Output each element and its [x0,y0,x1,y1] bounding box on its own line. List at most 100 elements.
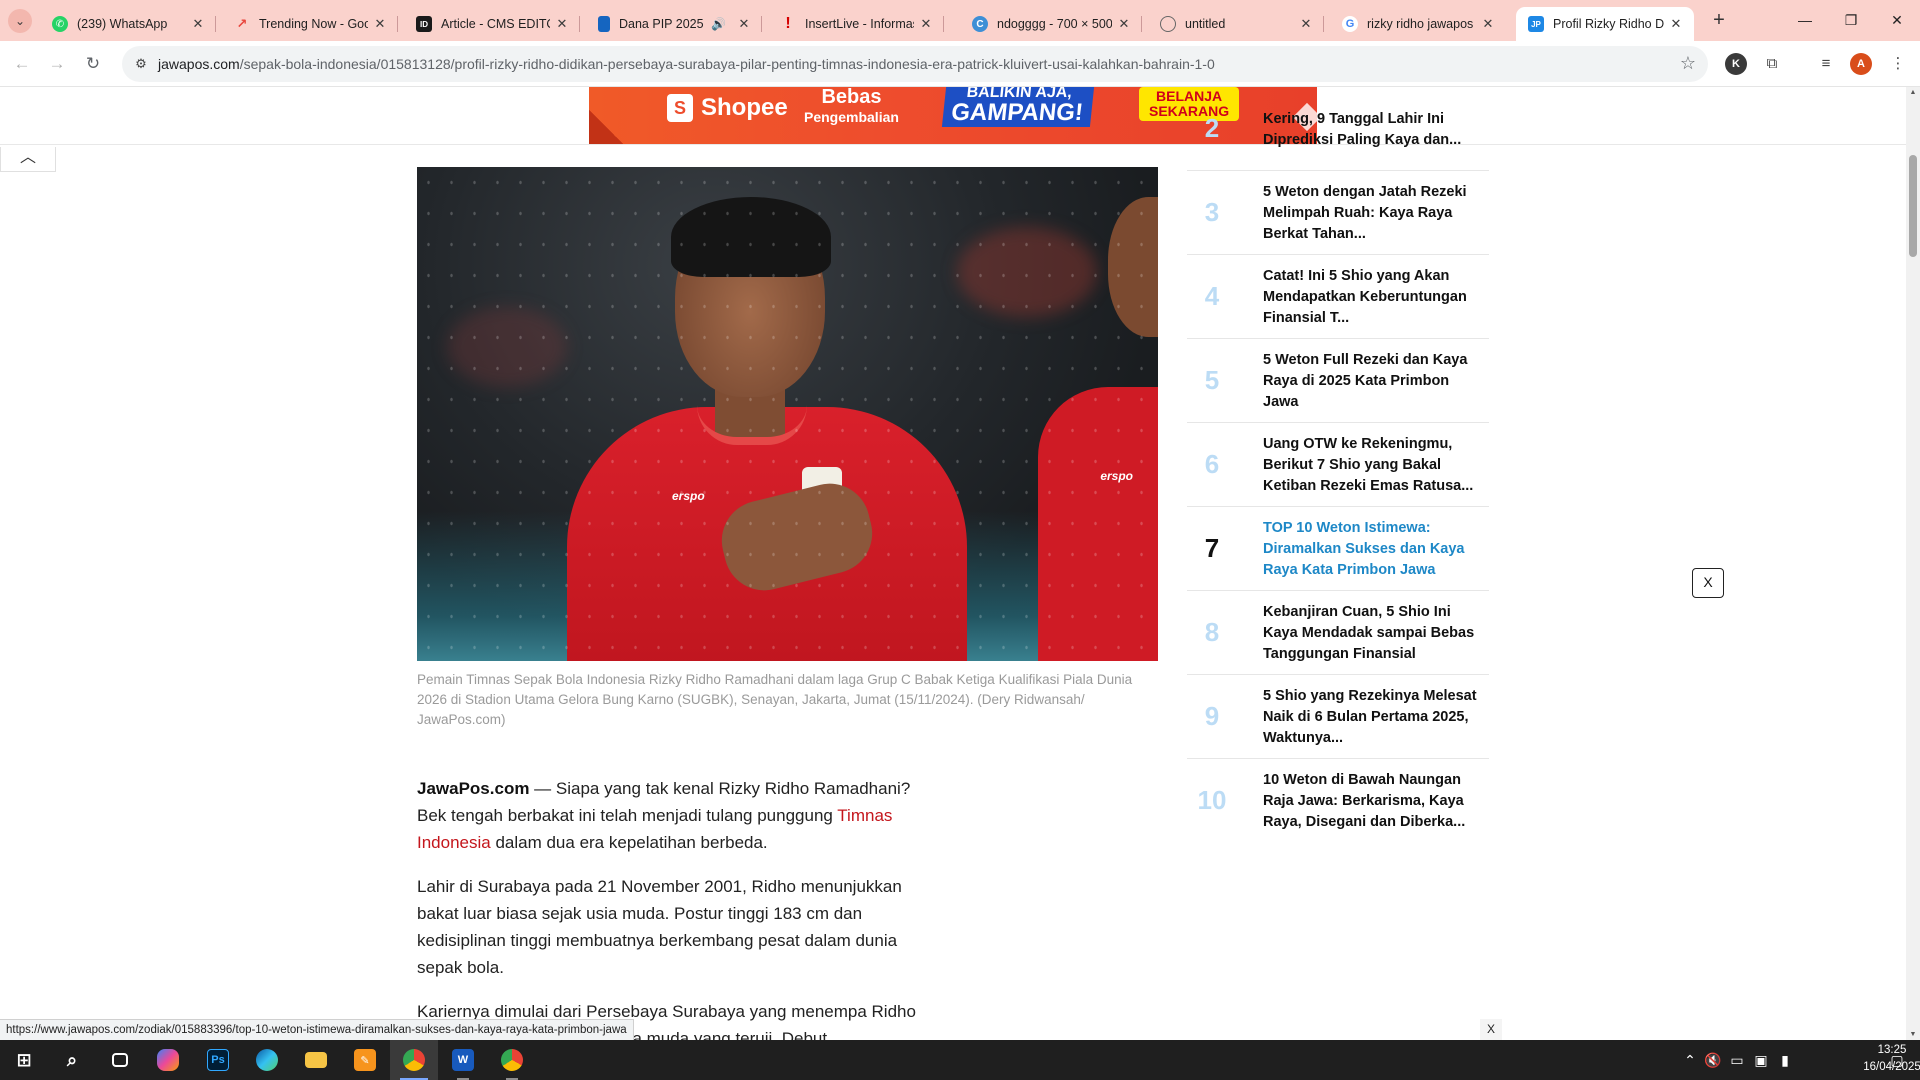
edge-app[interactable] [243,1040,291,1080]
photoshop-app[interactable]: Ps [194,1040,242,1080]
scroll-up-icon[interactable]: ▲ [1908,89,1918,96]
chevron-down-icon: ⌄ [14,14,26,28]
display-icon[interactable]: ▣ [1750,1040,1772,1080]
forward-button[interactable]: → [43,50,71,78]
google-icon: G [1342,16,1358,32]
back-button[interactable]: ← [8,50,36,78]
popular-title[interactable]: Kebanjiran Cuan, 5 Shio Ini Kaya Mendada… [1263,602,1481,665]
popular-item-8[interactable]: 8 Kebanjiran Cuan, 5 Shio Ini Kaya Menda… [1187,591,1489,675]
popular-title[interactable]: 5 Weton Full Rezeki dan Kaya Raya di 202… [1263,350,1481,413]
minimize-button[interactable]: — [1782,0,1828,41]
popular-item-5[interactable]: 5 5 Weton Full Rezeki dan Kaya Raya di 2… [1187,339,1489,423]
popular-rank: 8 [1204,617,1220,647]
edge-icon [256,1049,278,1071]
cms-icon: ID [416,16,432,32]
tab-title: Article - CMS EDITOR [441,17,550,31]
file-explorer-app[interactable] [292,1040,340,1080]
restore-button[interactable]: ❐ [1828,0,1874,41]
popular-title[interactable]: Uang OTW ke Rekeningmu, Berikut 7 Shio y… [1263,434,1481,497]
tab-search-button[interactable]: ⌄ [8,9,32,33]
ad-slogan-2: GAMPANG! [950,99,1085,126]
tab-trending[interactable]: ↗ Trending Now - Goog ✕ [222,7,398,41]
popular-item-2[interactable]: 2 Kering, 9 Tanggal Lahir Ini Diprediksi… [1187,87,1489,171]
close-icon[interactable]: ✕ [1298,16,1314,32]
tab-title: Trending Now - Goog [259,17,368,31]
close-floating-ad-button[interactable]: X [1692,568,1724,598]
tab-title: ndogggg - 700 × 500 [997,17,1112,31]
app-icon: ✎ [354,1049,376,1071]
bookmark-star-icon[interactable]: ☆ [1680,53,1696,74]
speaker-icon[interactable]: 🔊 [711,17,726,31]
scroll-down-icon[interactable]: ▼ [1908,1031,1918,1038]
doc-icon [598,16,610,32]
tab-whatsapp[interactable]: ✆ (239) WhatsApp ✕ [40,7,216,41]
tab-insertlive[interactable]: ! InsertLive - Informasi ✕ [768,7,944,41]
tab-cms-editor[interactable]: ID Article - CMS EDITOR ✕ [404,7,580,41]
scrollbar-thumb[interactable] [1909,155,1917,257]
start-button[interactable]: ⊞ [0,1040,48,1080]
popular-item-7[interactable]: 7 TOP 10 Weton Istimewa: Diramalkan Suks… [1187,507,1489,591]
close-icon[interactable]: ✕ [190,16,206,32]
arrow-right-icon: → [48,54,66,73]
extension-k-icon[interactable]: K [1725,53,1747,75]
notifications-button[interactable]: ▢ [1874,1040,1920,1080]
popular-item-10[interactable]: 10 10 Weton di Bawah Naungan Raja Jawa: … [1187,759,1489,843]
close-icon[interactable]: ✕ [372,16,388,32]
close-icon[interactable]: ✕ [1668,16,1684,32]
popular-rank: 2 [1204,113,1220,143]
close-icon[interactable]: ✕ [554,16,570,32]
media-control-icon[interactable]: ≡ [1815,53,1837,75]
url-path: /sepak-bola-indonesia/015813128/profil-r… [239,56,1215,72]
ad-free-return: Bebas Pengembalian [804,87,899,127]
browser-toolbar: ← → ↻ ⚙ jawapos.com/sepak-bola-indonesia… [0,41,1920,87]
popular-item-3[interactable]: 3 5 Weton dengan Jatah Rezeki Melimpah R… [1187,171,1489,255]
menu-kebab-icon[interactable]: ⋮ [1887,53,1909,75]
popular-item-9[interactable]: 9 5 Shio yang Rezekinya Melesat Naik di … [1187,675,1489,759]
battery-icon[interactable]: ▮ [1774,1040,1796,1080]
chrome-profile-app[interactable] [488,1040,536,1080]
url-text[interactable]: jawapos.com/sepak-bola-indonesia/0158131… [158,56,1215,72]
tab-separator [943,16,944,32]
popular-rank: 5 [1204,365,1220,395]
popular-title[interactable]: TOP 10 Weton Istimewa: Diramalkan Sukses… [1263,518,1481,581]
popular-title[interactable]: 10 Weton di Bawah Naungan Raja Jawa: Ber… [1263,770,1481,833]
popular-title[interactable]: Kering, 9 Tanggal Lahir Ini Diprediksi P… [1263,109,1481,151]
search-button[interactable]: ⌕ [48,1040,96,1080]
tab-separator [1141,16,1142,32]
tab-separator [579,16,580,32]
popular-item-4[interactable]: 4 Catat! Ini 5 Shio yang Akan Mendapatka… [1187,255,1489,339]
network-icon[interactable]: ▭ [1726,1040,1748,1080]
collapse-header-button[interactable]: ︿ [0,147,56,172]
close-icon[interactable]: ✕ [1116,16,1132,32]
tab-dana-pip[interactable]: Dana PIP 2025 Su 🔊 ✕ [586,7,762,41]
tab-canva[interactable]: C ndogggg - 700 × 500 ✕ [960,7,1142,41]
new-tab-button[interactable]: + [1705,9,1733,33]
speaker-muted-icon[interactable]: 🔇 [1702,1040,1724,1080]
reload-button[interactable]: ↻ [79,50,107,78]
close-window-button[interactable]: ✕ [1874,0,1920,41]
chrome-app[interactable] [390,1040,438,1080]
tab-untitled[interactable]: untitled ✕ [1148,7,1324,41]
profile-avatar[interactable]: A [1850,53,1872,75]
site-info-icon[interactable]: ⚙ [132,55,150,73]
task-view-button[interactable] [96,1040,144,1080]
popular-title[interactable]: 5 Weton dengan Jatah Rezeki Melimpah Rua… [1263,182,1481,245]
popular-item-6[interactable]: 6 Uang OTW ke Rekeningmu, Berikut 7 Shio… [1187,423,1489,507]
close-icon[interactable]: ✕ [918,16,934,32]
show-hidden-icons-button[interactable]: ⌃ [1680,1040,1700,1080]
close-icon[interactable]: ✕ [736,16,752,32]
popular-title[interactable]: Catat! Ini 5 Shio yang Akan Mendapatkan … [1263,266,1481,329]
extensions-puzzle-icon[interactable]: ⧉ [1761,53,1783,75]
close-bottom-ad-button[interactable]: X [1480,1019,1502,1040]
popular-title[interactable]: 5 Shio yang Rezekinya Melesat Naik di 6 … [1263,686,1481,749]
page-scrollbar[interactable]: ▲ ▼ [1906,87,1920,1040]
tab-profil-rizky-ridho[interactable]: JP Profil Rizky Ridho Did ✕ [1516,7,1694,41]
tab-google-search[interactable]: G rizky ridho jawapos - ✕ [1330,7,1506,41]
tab-title: untitled [1185,17,1226,31]
close-icon[interactable]: ✕ [1480,16,1496,32]
article-paragraph-2: Lahir di Surabaya pada 21 November 2001,… [417,877,902,977]
orange-app[interactable]: ✎ [341,1040,389,1080]
word-app[interactable]: W [439,1040,487,1080]
address-bar[interactable]: ⚙ jawapos.com/sepak-bola-indonesia/01581… [122,46,1708,82]
copilot-app[interactable] [144,1040,192,1080]
